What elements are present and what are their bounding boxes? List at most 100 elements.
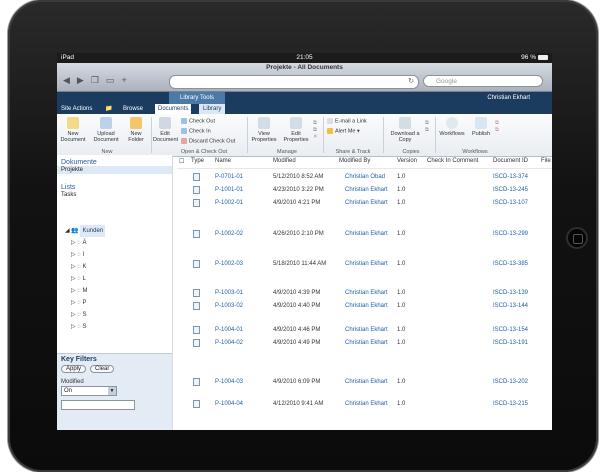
edit-document-icon: [159, 117, 171, 129]
download-icon: [399, 117, 411, 129]
email-icon: [327, 118, 333, 124]
bookmarks-icon[interactable]: ▭: [106, 75, 122, 85]
upload-document-button[interactable]: Upload Document: [91, 117, 121, 143]
upload-icon: [100, 117, 112, 129]
reload-icon[interactable]: ↻: [408, 77, 414, 85]
document-icon: [193, 230, 200, 238]
back-icon[interactable]: ◀: [63, 75, 77, 85]
table-row[interactable]: P-1002-02 4/26/2010 2:10 PM Christian Ekha…: [177, 229, 552, 241]
nav-item-tasks[interactable]: Tasks: [57, 191, 172, 199]
check-out-button[interactable]: Check Out: [181, 118, 215, 124]
edit-properties-icon: [290, 117, 302, 129]
nav-heading-dokumente[interactable]: Dokumente: [57, 159, 172, 166]
column-name[interactable]: Name: [215, 158, 231, 164]
table-row[interactable]: P-1002-01 4/9/2010 4:21 PM Christian Ekhar…: [177, 198, 552, 210]
document-icon: [193, 199, 200, 207]
new-document-button[interactable]: New Document: [59, 117, 87, 143]
column-type[interactable]: Type: [191, 158, 204, 164]
column-check-in-comment[interactable]: Check In Comment: [427, 158, 478, 164]
home-button[interactable]: [566, 227, 588, 249]
tree-item[interactable]: ▷ ◌ K: [65, 261, 105, 273]
clock: 21:05: [296, 54, 313, 61]
publish-button[interactable]: Publish: [469, 117, 493, 137]
date-input[interactable]: [61, 400, 135, 410]
user-menu[interactable]: Christian Ekhart: [487, 92, 530, 104]
publish-icon: [475, 117, 487, 129]
new-folder-button[interactable]: New Folder: [125, 117, 147, 143]
nav-item-projekte[interactable]: Projekte: [57, 166, 172, 174]
tree-item[interactable]: ▷ ◌ I: [65, 249, 105, 261]
table-row[interactable]: P-1001-01 4/23/2010 3:22 PM Christian Ekha…: [177, 185, 552, 197]
forward-icon[interactable]: ▶: [77, 75, 91, 85]
column-file[interactable]: File: [541, 158, 551, 164]
download-copy-button[interactable]: Download a Copy: [387, 117, 423, 143]
bell-icon: [327, 128, 333, 134]
screen: iPad 21:05 96 % Projekte - All Documents…: [57, 53, 552, 430]
table-row[interactable]: P-1003-02 4/9/2010 4:40 PM Christian Ekhar…: [177, 301, 552, 313]
column-modified[interactable]: Modified: [273, 158, 296, 164]
table-row[interactable]: P-1003-01 4/9/2010 4:39 PM Christian Ekhar…: [177, 288, 552, 300]
document-icon: [193, 302, 200, 310]
library-tools-label: Library Tools: [169, 92, 225, 104]
site-actions-menu[interactable]: Site Actions: [61, 104, 92, 114]
edit-properties-button[interactable]: Edit Properties: [281, 117, 311, 143]
document-icon: [193, 173, 200, 181]
select-all-checkbox[interactable]: ☐: [179, 158, 184, 165]
view-properties-button[interactable]: View Properties: [249, 117, 279, 143]
tree-root-label: Kunden: [80, 225, 106, 237]
tree-item[interactable]: ▷ ◌ S: [65, 309, 105, 321]
operator-select[interactable]: On: [61, 386, 117, 396]
tree-item[interactable]: ▷ ◌ S: [65, 321, 105, 333]
document-icon: [193, 339, 200, 347]
apply-button[interactable]: Apply: [61, 365, 87, 373]
manage-small-icons: ⧉ ⧉ ✕: [313, 120, 318, 140]
table-row[interactable]: P-1004-03 4/9/2010 6:09 PM Christian Ekhar…: [177, 377, 552, 389]
new-document-icon: [67, 117, 79, 129]
column-modified-by[interactable]: Modified By: [339, 158, 370, 164]
clear-button[interactable]: Clear: [90, 365, 115, 373]
main-content: Dokumente Projekte Lists Tasks ◢ 👥 Kunde…: [57, 155, 552, 430]
address-bar[interactable]: ↻: [169, 75, 419, 89]
page-title: Projekte - All Documents: [266, 64, 343, 71]
document-icon: [193, 186, 200, 194]
search-input[interactable]: Google: [423, 75, 543, 87]
tree-item[interactable]: ▷ ◌ M: [65, 285, 105, 297]
column-version[interactable]: Version: [397, 158, 417, 164]
folder-tree: ◢ 👥 Kunden ▷ ◌ Ä ▷ ◌ I ▷ ◌ K ▷ ◌ L ▷ ◌ M…: [65, 225, 106, 333]
tree-item[interactable]: ▷ ◌ L: [65, 273, 105, 285]
nav-heading-lists[interactable]: Lists: [57, 184, 172, 191]
add-icon[interactable]: +: [121, 75, 133, 85]
list-header: ☐ Type Name Modified Modified By Version…: [177, 158, 552, 169]
check-out-icon: [181, 118, 187, 124]
table-row[interactable]: P-1004-02 4/9/2010 4:49 PM Christian Ekhar…: [177, 338, 552, 350]
battery-icon: [538, 54, 548, 60]
quick-launch: Dokumente Projekte Lists Tasks ◢ 👥 Kunde…: [57, 155, 173, 430]
tab-documents[interactable]: Documents: [155, 104, 192, 114]
document-list: ☐ Type Name Modified Modified By Version…: [177, 155, 552, 430]
check-in-button[interactable]: Check In: [181, 128, 211, 134]
folder-icon[interactable]: 📁: [105, 104, 112, 114]
key-filters-panel: Key Filters Apply Clear Modified On: [57, 353, 172, 430]
tab-library[interactable]: Library: [199, 104, 226, 114]
table-row[interactable]: P-1004-04 4/12/2010 9:41 AM Christian Ekha…: [177, 399, 552, 411]
tabs-icon[interactable]: ❐: [91, 75, 106, 85]
discard-check-out-button[interactable]: Discard Check Out: [181, 138, 235, 144]
tree-root[interactable]: ◢ 👥 Kunden: [65, 225, 106, 237]
table-row[interactable]: P-1004-01 4/9/2010 4:46 PM Christian Ekhar…: [177, 325, 552, 337]
tree-item[interactable]: ▷ ◌ Ä: [65, 237, 105, 249]
document-icon: [193, 378, 200, 386]
email-link-button[interactable]: E-mail a Link: [327, 118, 367, 124]
tab-browse[interactable]: Browse: [123, 104, 143, 114]
alert-me-button[interactable]: Alert Me ▾: [327, 128, 360, 134]
edit-document-button[interactable]: Edit Document: [153, 117, 178, 143]
check-in-icon: [181, 128, 187, 134]
table-row[interactable]: P-1002-03 5/18/2010 11:44 AM Christian Ekh…: [177, 259, 552, 271]
battery-level: 96 %: [521, 54, 536, 61]
workflows-button[interactable]: Workflows: [437, 117, 467, 137]
column-document-id[interactable]: Document ID: [493, 158, 528, 164]
modified-filter-label: Modified: [61, 379, 84, 385]
table-row[interactable]: P-0701-01 5/12/2010 8:52 AM Christian Obad…: [177, 172, 552, 184]
ipad-frame: iPad 21:05 96 % Projekte - All Documents…: [0, 0, 605, 472]
tree-item[interactable]: ▷ ◌ P: [65, 297, 105, 309]
workflow-small-icons: ⧉ ⧉: [495, 120, 499, 133]
